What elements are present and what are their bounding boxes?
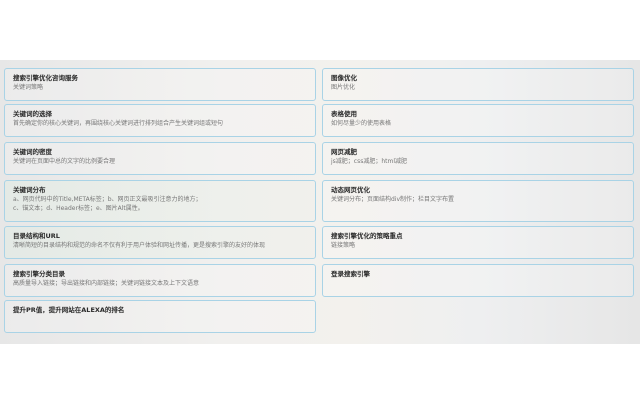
- card-title: 搜索引擎分类目录: [13, 270, 65, 278]
- card-desc: 关键词策略: [13, 84, 44, 91]
- card-desc: 关键词分布；页面结构div制作；栏目文字布置: [331, 196, 455, 203]
- card-title: 登录搜索引擎: [331, 270, 370, 278]
- card-title: 图像优化: [331, 74, 357, 82]
- card-desc: js减肥；css减肥；html减肥: [331, 158, 408, 165]
- card-title: 提升PR值，提升网站在ALEXA的排名: [13, 306, 125, 314]
- card-seo-consulting[interactable]: 搜索引擎优化咨询服务 关键词策略: [4, 68, 316, 101]
- card-directory-structure[interactable]: 目录结构和URL 清晰简短的目录结构和规范的命名不仅有利于用户体验和网址传播，更…: [4, 226, 316, 259]
- card-title: 关键词的密度: [13, 148, 52, 156]
- card-title: 关键词分布: [13, 186, 46, 194]
- card-keyword-density[interactable]: 关键词的密度 关键词在页面中总的文字的比例要合理: [4, 142, 316, 175]
- card-desc: 如何尽量少的使用表格: [331, 120, 392, 127]
- card-title: 搜索引擎优化咨询服务: [13, 74, 78, 82]
- card-desc-line-1: a、网页代码中的Title,META标签；b、网页正文最吸引注意力的地方；: [13, 196, 202, 203]
- card-search-engine-directory[interactable]: 搜索引擎分类目录 高质量导入链接；导出链接和内部链接；关键词链接文本及上下文语意: [4, 264, 316, 297]
- card-desc: 清晰简短的目录结构和规范的命名不仅有利于用户体验和网址传播，更是搜索引擎的友好的…: [13, 242, 266, 249]
- card-desc: 首先确定你的核心关键词，再围绕核心关键词进行排列组合产生关键词组或短句: [13, 120, 224, 127]
- card-page-slimming[interactable]: 网页减肥 js减肥；css减肥；html减肥: [322, 142, 634, 175]
- card-table-usage[interactable]: 表格使用 如何尽量少的使用表格: [322, 104, 634, 137]
- card-dynamic-page-optimization[interactable]: 动态网页优化 关键词分布；页面结构div制作；栏目文字布置: [322, 180, 634, 222]
- card-desc-line-2: c、锚文本；d、Header标签；e、图片Alt属性。: [13, 205, 144, 212]
- card-desc: 关键词在页面中总的文字的比例要合理: [13, 158, 116, 165]
- card-title: 动态网页优化: [331, 186, 370, 194]
- card-title: 表格使用: [331, 110, 357, 118]
- card-title: 关键词的选择: [13, 110, 52, 118]
- card-search-engine-submission[interactable]: 登录搜索引擎: [322, 264, 634, 297]
- card-pr-alexa-ranking[interactable]: 提升PR值，提升网站在ALEXA的排名: [4, 300, 316, 333]
- card-keyword-distribution[interactable]: 关键词分布 a、网页代码中的Title,META标签；b、网页正文最吸引注意力的…: [4, 180, 316, 222]
- card-desc: 图片优化: [331, 84, 356, 91]
- card-title: 搜索引擎优化的策略重点: [331, 232, 403, 240]
- card-desc: 高质量导入链接；导出链接和内部链接；关键词链接文本及上下文语意: [13, 280, 200, 287]
- card-image-optimization[interactable]: 图像优化 图片优化: [322, 68, 634, 101]
- card-title: 网页减肥: [331, 148, 357, 156]
- content-panel: 搜索引擎优化咨询服务 关键词策略 图像优化 图片优化 关键词的选择 首先确定你的…: [0, 60, 640, 344]
- card-seo-strategy-focus[interactable]: 搜索引擎优化的策略重点 链接策略: [322, 226, 634, 259]
- card-title: 目录结构和URL: [13, 232, 60, 240]
- card-keyword-selection[interactable]: 关键词的选择 首先确定你的核心关键词，再围绕核心关键词进行排列组合产生关键词组或…: [4, 104, 316, 137]
- card-desc: 链接策略: [331, 242, 356, 249]
